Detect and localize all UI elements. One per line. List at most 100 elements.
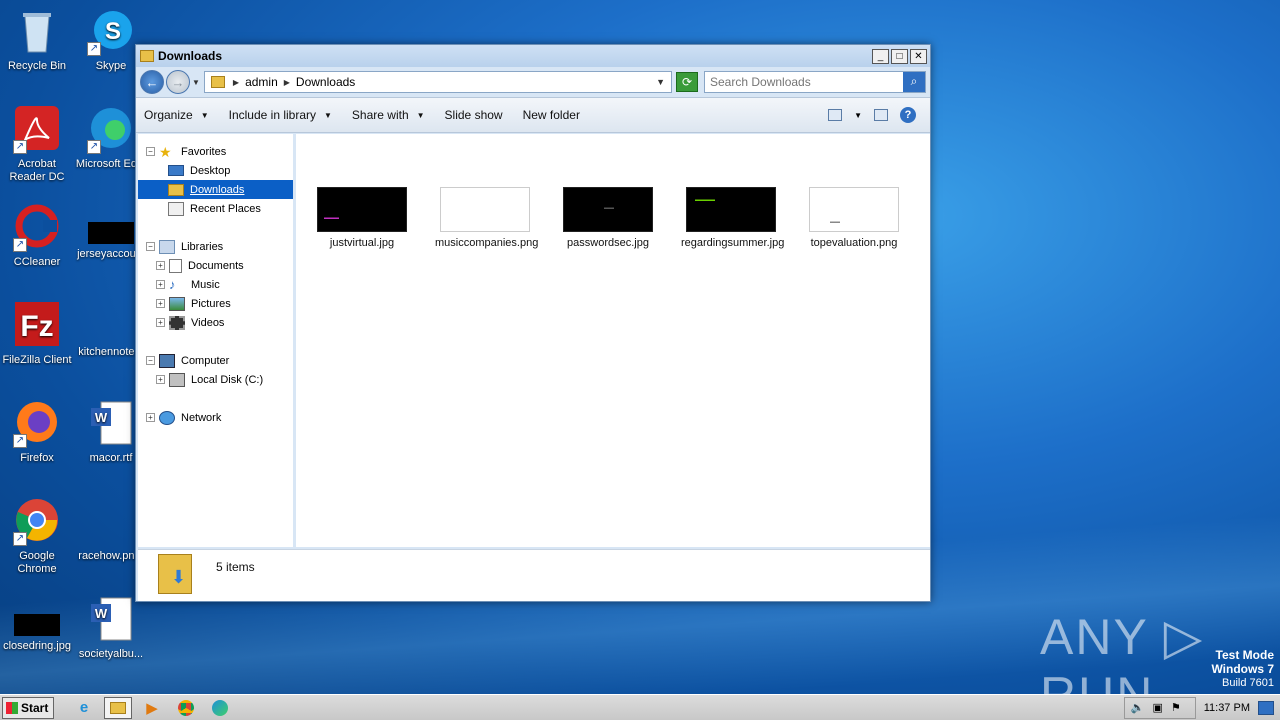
taskbar-edge[interactable]	[206, 697, 234, 719]
help-icon[interactable]: ?	[900, 107, 916, 123]
tree-libraries[interactable]: − Libraries	[138, 237, 293, 256]
tree-computer[interactable]: − Computer	[138, 351, 293, 370]
taskbar-internet-explorer[interactable]: e	[70, 697, 98, 719]
organize-menu[interactable]: Organize ▼	[144, 108, 209, 122]
network-tray-icon[interactable]: ▣	[1152, 701, 1162, 714]
window-title: Downloads	[158, 49, 223, 63]
shortcut-arrow-icon: ↗	[87, 42, 101, 56]
expand-icon[interactable]: +	[146, 413, 155, 422]
tree-downloads[interactable]: Downloads	[138, 180, 293, 199]
word-document-icon: W	[87, 400, 135, 448]
expand-icon[interactable]: +	[156, 375, 165, 384]
forward-button[interactable]: →	[166, 70, 190, 94]
chevron-right-icon[interactable]: ▶	[233, 78, 239, 87]
file-name: musiccompanies.png	[435, 237, 539, 249]
refresh-button[interactable]: ⟳	[676, 72, 698, 92]
minimize-button[interactable]: _	[872, 48, 889, 64]
address-dropdown-icon[interactable]: ▼	[656, 77, 665, 87]
chevron-right-icon[interactable]: ▶	[284, 78, 290, 87]
desktop-icon-closedring[interactable]: closedring.jpg	[0, 596, 74, 653]
collapse-icon[interactable]: −	[146, 356, 155, 365]
edge-icon	[212, 699, 228, 716]
desktop-icon-acrobat[interactable]: ↗ Acrobat Reader DC	[0, 106, 74, 184]
tree-network[interactable]: + Network	[138, 408, 293, 427]
star-icon: ★	[159, 143, 172, 160]
file-item[interactable]: ▬▬▬ justvirtual.jpg	[312, 187, 412, 250]
tree-local-disk[interactable]: + Local Disk (C:)	[138, 370, 293, 389]
tree-desktop[interactable]: Desktop	[138, 161, 293, 180]
search-box[interactable]: ⌕	[704, 71, 926, 93]
close-button[interactable]: ✕	[910, 48, 927, 64]
search-button[interactable]: ⌕	[903, 72, 925, 92]
videos-icon	[169, 315, 185, 330]
tree-music[interactable]: + ♪ Music	[138, 275, 293, 294]
image-file-icon	[88, 222, 134, 244]
firefox-icon: ↗	[13, 400, 61, 448]
new-folder-button[interactable]: New folder	[523, 108, 580, 122]
tree-pictures[interactable]: + Pictures	[138, 294, 293, 313]
slide-show-button[interactable]: Slide show	[445, 108, 503, 122]
expand-icon[interactable]: +	[156, 318, 165, 327]
folder-icon	[110, 701, 126, 714]
file-list[interactable]: ▬▬▬ justvirtual.jpg ▬▬▬ musiccompanies.p…	[296, 134, 930, 547]
address-bar[interactable]: ▶ admin ▶ Downloads ▼	[203, 71, 672, 93]
desktop-icon-filezilla[interactable]: Fz FileZilla Client	[0, 302, 74, 367]
collapse-icon[interactable]: −	[146, 147, 155, 156]
search-icon: ⌕	[910, 74, 918, 88]
build-label: Build 7601	[1222, 677, 1274, 689]
taskbar-windows-explorer[interactable]	[104, 696, 132, 719]
action-center-flag-icon[interactable]: ⚑	[1171, 701, 1181, 714]
breadcrumb-downloads[interactable]: Downloads	[296, 75, 355, 89]
desktop-icon-ccleaner[interactable]: ↗ CCleaner	[0, 204, 74, 269]
start-button[interactable]: Start	[2, 696, 54, 719]
preview-pane-icon[interactable]	[874, 109, 888, 121]
file-name: regardingsummer.jpg	[681, 237, 785, 249]
file-item[interactable]: ▬▬ topevaluation.png	[804, 187, 904, 250]
desktop-icon-chrome[interactable]: ↗ Google Chrome	[0, 498, 74, 576]
folder-icon	[140, 50, 154, 62]
show-desktop-button[interactable]	[1258, 700, 1274, 715]
navigation-pane[interactable]: − ★ Favorites Desktop Downloads Recent P…	[138, 134, 296, 547]
acrobat-icon: ↗	[13, 106, 61, 154]
item-count: 5 items	[216, 560, 255, 574]
documents-icon	[169, 258, 182, 273]
file-item[interactable]: ▬▬ passwordsec.jpg	[558, 187, 658, 250]
network-icon	[159, 410, 175, 425]
search-input[interactable]	[710, 75, 903, 89]
title-bar[interactable]: Downloads _ □ ✕	[136, 45, 930, 67]
file-item[interactable]: ▬▬▬ musiccompanies.png	[435, 187, 539, 250]
view-options-dropdown-icon[interactable]: ▼	[854, 111, 862, 120]
expand-icon[interactable]: +	[156, 261, 165, 270]
desktop-icon	[168, 165, 184, 176]
breadcrumb-admin[interactable]: admin	[245, 75, 278, 89]
desktop-icon-recycle-bin[interactable]: Recycle Bin	[0, 8, 74, 73]
share-with-menu[interactable]: Share with ▼	[352, 108, 425, 122]
desktop-icon-societyalbu[interactable]: W societyalbu...	[74, 596, 148, 661]
internet-explorer-icon: e	[79, 699, 89, 716]
desktop-icon-label: societyalbu...	[78, 648, 144, 660]
collapse-icon[interactable]: −	[146, 242, 155, 251]
desktop-icon-firefox[interactable]: ↗ Firefox	[0, 400, 74, 465]
tree-videos[interactable]: + Videos	[138, 313, 293, 332]
taskbar-chrome[interactable]	[172, 697, 200, 719]
address-row: ← → ▼ ▶ admin ▶ Downloads ▼ ⟳ ⌕	[136, 67, 930, 97]
change-view-icon[interactable]	[828, 109, 843, 121]
svg-text:W: W	[95, 410, 108, 425]
image-file-icon	[87, 498, 135, 546]
maximize-button[interactable]: □	[891, 48, 908, 64]
media-player-icon: ▶	[146, 699, 158, 717]
tree-favorites[interactable]: − ★ Favorites	[138, 142, 293, 161]
ccleaner-icon: ↗	[13, 204, 61, 252]
expand-icon[interactable]: +	[156, 280, 165, 289]
tree-label: Desktop	[190, 164, 231, 177]
tree-recent-places[interactable]: Recent Places	[138, 199, 293, 218]
expand-icon[interactable]: +	[156, 299, 165, 308]
clock[interactable]: 11:37 PM	[1204, 702, 1250, 714]
include-in-library-menu[interactable]: Include in library ▼	[229, 108, 332, 122]
volume-icon[interactable]: 🔈	[1131, 701, 1145, 714]
taskbar-media-player[interactable]: ▶	[138, 697, 166, 719]
tree-documents[interactable]: + Documents	[138, 256, 293, 275]
back-button[interactable]: ←	[140, 70, 164, 94]
recent-pages-dropdown-icon[interactable]: ▼	[192, 78, 200, 87]
file-item[interactable]: ▬▬▬▬ regardingsummer.jpg	[681, 187, 785, 250]
